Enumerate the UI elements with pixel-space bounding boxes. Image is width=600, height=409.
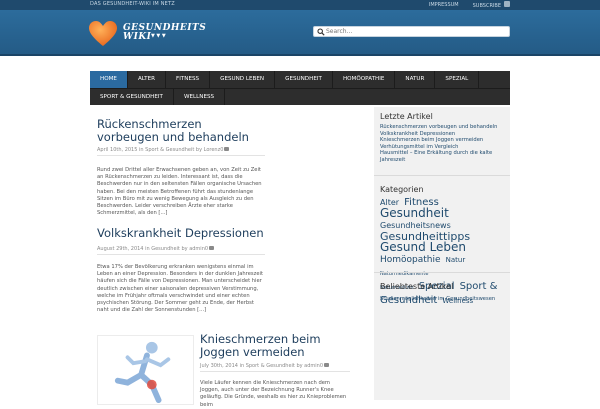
runner-image <box>114 341 171 404</box>
heart-logo-icon[interactable] <box>89 21 117 47</box>
tag-link[interactable]: Gesundheitsnews <box>380 221 451 230</box>
divider <box>97 155 265 156</box>
search-icon[interactable] <box>317 28 325 36</box>
search-input[interactable] <box>326 27 506 36</box>
tag-link[interactable]: Gesund Leben <box>380 240 466 254</box>
recent-post-link[interactable]: Hausmittel – Eine Erkältung durch die ka… <box>380 150 508 163</box>
post-title[interactable]: Rückenschmerzen vorbeugen und behandeln <box>97 118 267 144</box>
widget-title-popular: Beliebteste Artikel <box>380 282 454 291</box>
comment-icon[interactable] <box>324 363 330 367</box>
recent-post-link[interactable]: Rückenschmerzen vorbeugen und behandeln <box>380 124 508 131</box>
impressum-link[interactable]: IMPRESSUM <box>429 2 459 8</box>
post-title[interactable]: Knieschmerzen beim Joggen vermeiden <box>200 333 350 359</box>
comment-count[interactable]: 0 <box>205 246 208 252</box>
top-bar: DAS GESUNDHEIT-WIKI IM NETZ IMPRESSUM SU… <box>0 0 600 10</box>
nav-item-gesund-leben[interactable]: GESUND LEBEN <box>210 71 276 88</box>
post-thumbnail-runner[interactable] <box>97 335 194 405</box>
widget-title-recent: Letzte Artikel <box>380 112 433 121</box>
widget-divider <box>374 175 510 176</box>
nav-item-home[interactable]: HOME <box>90 71 128 88</box>
post-meta: July 30th, 2014 in Sport & Gesundheit by… <box>200 363 350 372</box>
post-meta-text: April 10th, 2015 in Sport & Gesundheit b… <box>97 147 221 153</box>
recent-posts-list: Rückenschmerzen vorbeugen und behandeln … <box>380 124 508 164</box>
popular-posts-list: Studienmöglichkeiten im Gesundheitswesen <box>380 296 508 303</box>
nav-item-sport-gesundheit[interactable]: SPORT & GESUNDHEIT <box>90 89 174 105</box>
nav-item-natur[interactable]: NATUR <box>395 71 436 88</box>
site-tagline: DAS GESUNDHEIT-WIKI IM NETZ <box>90 1 175 7</box>
nav-item-gesundheit[interactable]: GESUNDHEIT <box>275 71 333 88</box>
comment-count[interactable]: 0 <box>320 363 323 369</box>
post-meta-text: July 30th, 2014 in Sport & Gesundheit by… <box>200 363 320 369</box>
nav-item-homoeopathie[interactable]: HOMÖOPATHIE <box>333 71 396 88</box>
top-links: IMPRESSUM SUBSCRIBE <box>429 1 510 9</box>
main-navigation: HOME ALTER FITNESS GESUND LEBEN GESUNDHE… <box>90 71 510 105</box>
post-excerpt: Viele Läufer kennen die Knieschmerzen na… <box>200 380 347 408</box>
search-box[interactable] <box>313 26 510 37</box>
comment-icon[interactable] <box>224 147 230 151</box>
recent-post-link[interactable]: Verhütungsmittel im Vergleich <box>380 144 508 151</box>
logo-dots: ▼ ▼ ▼ <box>151 33 166 39</box>
divider <box>200 371 350 372</box>
post-meta: April 10th, 2015 in Sport & Gesundheit b… <box>97 147 265 156</box>
post-meta-text: August 29th, 2014 in Gesundheit by admin <box>97 246 205 252</box>
widget-divider <box>374 272 510 273</box>
tag-link[interactable]: Homöopathie <box>380 255 441 265</box>
recent-post-link[interactable]: Volkskrankheit Depressionen <box>380 131 508 138</box>
divider <box>97 254 265 255</box>
comment-count[interactable]: 0 <box>220 147 223 153</box>
post-title[interactable]: Volkskrankheit Depressionen <box>97 227 267 240</box>
subscribe-label: SUBSCRIBE <box>472 3 501 9</box>
nav-item-spezial[interactable]: SPEZIAL <box>435 71 480 88</box>
tag-link[interactable]: Natur <box>446 256 466 264</box>
nav-row-secondary: SPORT & GESUNDHEIT WELLNESS <box>90 88 510 105</box>
rss-icon[interactable] <box>504 1 510 7</box>
post-meta: August 29th, 2014 in Gesundheit by admin… <box>97 246 265 255</box>
nav-item-alter[interactable]: ALTER <box>128 71 166 88</box>
post-excerpt: Etwa 17% der Bevölkerung erkranken wenig… <box>97 264 263 314</box>
recent-post-link[interactable]: Knieschmerzen beim Joggen vermeiden <box>380 137 508 144</box>
post-excerpt: Rund zwei Drittel aller Erwachsenen gebe… <box>97 167 262 217</box>
nav-item-wellness[interactable]: WELLNESS <box>174 89 226 105</box>
tag-link[interactable]: Gesundheit <box>380 206 449 220</box>
popular-post-link[interactable]: Studienmöglichkeiten im Gesundheitswesen <box>380 296 508 303</box>
subscribe-link[interactable]: SUBSCRIBE <box>473 1 510 9</box>
comment-icon[interactable] <box>209 246 215 250</box>
nav-row-primary: HOME ALTER FITNESS GESUND LEBEN GESUNDHE… <box>90 71 510 88</box>
nav-item-fitness[interactable]: FITNESS <box>166 71 211 88</box>
